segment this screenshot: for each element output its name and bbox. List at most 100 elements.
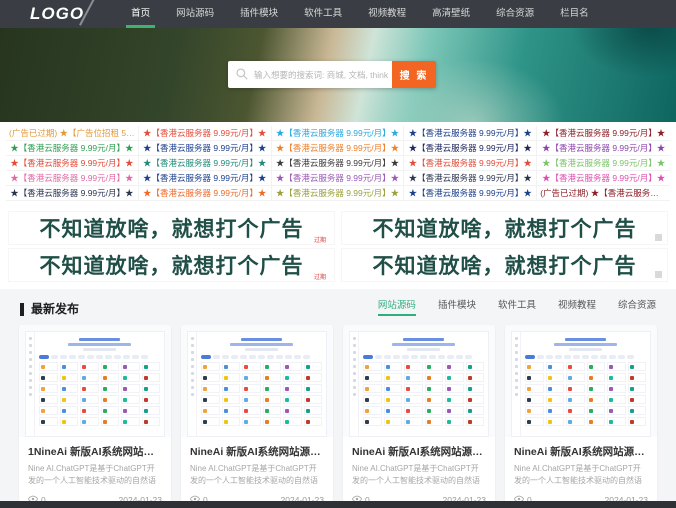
banner-ad[interactable]: 不知道放啥，就想打个广告过期 bbox=[8, 211, 335, 245]
text-ad-link[interactable]: ★【香港云服务器 9.99元/月】★ bbox=[537, 156, 670, 171]
filter-chip bbox=[267, 355, 274, 359]
app-icon bbox=[203, 409, 207, 413]
nav-item-1[interactable]: 网站源码 bbox=[163, 0, 227, 28]
text-ad-link[interactable]: ★【香港云服务器 9.99元/月】★ bbox=[272, 156, 405, 171]
app-grid-item bbox=[384, 384, 403, 393]
text-ad-link[interactable]: ★【香港云服务器 9.99元/月】★ bbox=[404, 171, 537, 186]
sidebar-dot bbox=[191, 372, 194, 375]
app-icon bbox=[82, 376, 86, 380]
screenshot-sidebar bbox=[188, 332, 197, 436]
app-grid-item bbox=[384, 406, 403, 415]
filter-chip bbox=[213, 355, 220, 359]
app-grid-item bbox=[587, 373, 606, 382]
filter-chip bbox=[222, 355, 229, 359]
top-header: LOGO 首页网站源码插件模块软件工具视频教程高清壁纸综合资源栏目名 bbox=[0, 0, 676, 28]
filter-chip bbox=[69, 355, 76, 359]
app-grid-item bbox=[566, 395, 585, 404]
text-ad-link[interactable]: ★【香港云服务器 9.99元/月】★ bbox=[6, 141, 139, 156]
app-icon bbox=[548, 365, 552, 369]
app-icon bbox=[386, 420, 390, 424]
tab-4[interactable]: 综合资源 bbox=[618, 297, 656, 316]
sidebar-dot bbox=[29, 379, 32, 382]
nav-item-0[interactable]: 首页 bbox=[118, 0, 163, 28]
app-grid-item bbox=[404, 406, 423, 415]
logo[interactable]: LOGO bbox=[30, 4, 84, 24]
app-icon bbox=[386, 365, 390, 369]
text-ad-link[interactable]: ★【香港云服务器 9.99元/月】★ bbox=[404, 141, 537, 156]
text-ad-link[interactable]: ★【香港云服务器 9.99元/月】★ bbox=[272, 171, 405, 186]
app-grid-item bbox=[242, 406, 261, 415]
text-ad-link[interactable]: ★【香港云服务器 9.99元/月】★ bbox=[272, 126, 405, 141]
app-icon bbox=[568, 387, 572, 391]
text-ad-link[interactable]: ★【香港云服务器 9.99元/月】★ bbox=[6, 186, 139, 201]
app-grid-item bbox=[607, 406, 626, 415]
text-ad-link[interactable]: ★【香港云服务器 9.99元/月】★ bbox=[272, 141, 405, 156]
text-ad-link[interactable]: ★【香港云服务器 9.99元/月】★ bbox=[404, 126, 537, 141]
banner-ad[interactable]: 不知道放啥，就想打个广告 bbox=[341, 248, 668, 282]
text-ad-link[interactable]: (广告已过期) ★【香港云服务器 9... bbox=[537, 186, 670, 201]
app-icon bbox=[609, 376, 613, 380]
app-icon bbox=[103, 420, 107, 424]
screenshot-main bbox=[197, 332, 326, 436]
resource-card[interactable]: NineAi 新版AI系统网站源码 C...Nine AI.ChatGPT是基于… bbox=[343, 325, 495, 508]
app-grid-item bbox=[466, 384, 485, 393]
text-ad-link[interactable]: ★【香港云服务器 9.99元/月】★ bbox=[139, 171, 272, 186]
filter-chip bbox=[249, 355, 256, 359]
screenshot-meta-line bbox=[569, 348, 603, 351]
text-ad-link[interactable]: ★【香港云服务器 9.99元/月】★ bbox=[537, 171, 670, 186]
nav-item-5[interactable]: 高清壁纸 bbox=[419, 0, 483, 28]
resource-card[interactable]: NineAi 新版AI系统网站源码 C...Nine AI.ChatGPT是基于… bbox=[505, 325, 657, 508]
nav-item-7[interactable]: 栏目名 bbox=[547, 0, 602, 28]
app-grid-item bbox=[60, 395, 79, 404]
nav-item-2[interactable]: 插件模块 bbox=[227, 0, 291, 28]
app-icon bbox=[468, 398, 472, 402]
search-button[interactable]: 搜 索 bbox=[392, 61, 436, 88]
screenshot-title-line bbox=[565, 338, 606, 341]
app-grid-item bbox=[121, 384, 140, 393]
banner-ad[interactable]: 不知道放啥，就想打个广告过期 bbox=[8, 248, 335, 282]
app-grid-item bbox=[425, 417, 444, 426]
tab-1[interactable]: 插件模块 bbox=[438, 297, 476, 316]
search-input[interactable] bbox=[228, 61, 392, 88]
tab-3[interactable]: 视频教程 bbox=[558, 297, 596, 316]
app-grid-item bbox=[384, 395, 403, 404]
app-icon bbox=[568, 376, 572, 380]
app-icon bbox=[609, 420, 613, 424]
text-ad-link[interactable]: ★【香港云服务器 9.99元/月】★ bbox=[6, 171, 139, 186]
nav-item-3[interactable]: 软件工具 bbox=[291, 0, 355, 28]
text-ad-link[interactable]: ★【香港云服务器 9.99元/月】★ bbox=[139, 141, 272, 156]
app-grid-item bbox=[60, 417, 79, 426]
ad-corner-mark bbox=[655, 271, 662, 278]
text-ad-link[interactable]: ★【香港云服务器 9.99元/月】★ bbox=[404, 186, 537, 201]
text-ad-link[interactable]: ★【香港云服务器 9.99元/月】★ bbox=[139, 126, 272, 141]
text-ad-link[interactable]: ★【香港云服务器 9.99元/月】★ bbox=[139, 156, 272, 171]
app-grid-item bbox=[425, 406, 444, 415]
app-icon bbox=[285, 387, 289, 391]
resource-card[interactable]: 1NineAi 新版AI系统网站源码 ...Nine AI.ChatGPT是基于… bbox=[19, 325, 171, 508]
app-grid-item bbox=[445, 384, 464, 393]
banner-ad[interactable]: 不知道放啥，就想打个广告 bbox=[341, 211, 668, 245]
app-grid-item bbox=[201, 362, 220, 371]
sidebar-dot bbox=[191, 379, 194, 382]
app-grid-item bbox=[546, 362, 565, 371]
app-grid-item bbox=[404, 362, 423, 371]
text-ad-link[interactable]: ★【香港云服务器 9.99元/月】★ bbox=[6, 156, 139, 171]
text-ad-link[interactable]: (广告已过期) ★【广告位招租 50... bbox=[6, 126, 139, 141]
app-grid-item bbox=[566, 406, 585, 415]
text-ad-link[interactable]: ★【香港云服务器 9.99元/月】★ bbox=[272, 186, 405, 201]
app-grid-item bbox=[222, 373, 241, 382]
nav-item-4[interactable]: 视频教程 bbox=[355, 0, 419, 28]
app-icon bbox=[527, 409, 531, 413]
text-ad-link[interactable]: ★【香港云服务器 9.99元/月】★ bbox=[404, 156, 537, 171]
text-ad-link[interactable]: ★【香港云服务器 9.99元/月】★ bbox=[537, 126, 670, 141]
nav-item-6[interactable]: 综合资源 bbox=[483, 0, 547, 28]
tab-0[interactable]: 网站源码 bbox=[378, 297, 416, 316]
app-grid-item bbox=[384, 417, 403, 426]
text-ad-link[interactable]: ★【香港云服务器 9.99元/月】★ bbox=[537, 141, 670, 156]
text-ad-link[interactable]: ★【香港云服务器 9.99元/月】★ bbox=[139, 186, 272, 201]
tab-2[interactable]: 软件工具 bbox=[498, 297, 536, 316]
app-grid-item bbox=[39, 362, 58, 371]
resource-card[interactable]: NineAi 新版AI系统网站源码 C...Nine AI.ChatGPT是基于… bbox=[181, 325, 333, 508]
app-grid-item bbox=[363, 373, 382, 382]
app-icon bbox=[609, 387, 613, 391]
